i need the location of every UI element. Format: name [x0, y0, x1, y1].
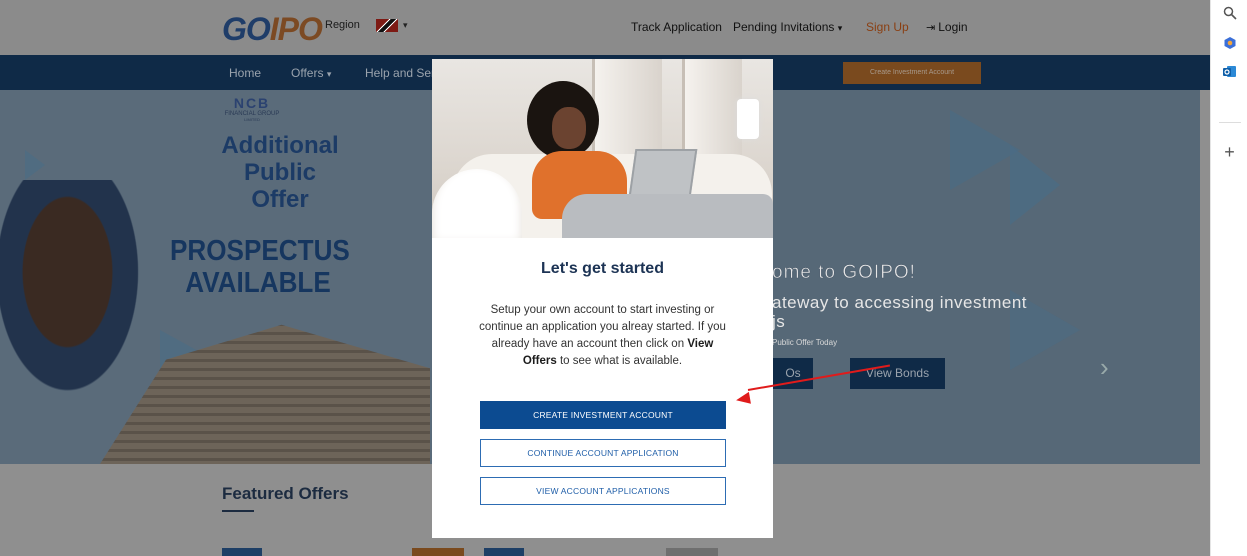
carousel-next-icon[interactable]: › [1100, 352, 1109, 383]
goipo-logo[interactable]: GOIPO [222, 11, 323, 48]
decor-triangle [25, 150, 45, 180]
ncb-logo: NCB FINANCIAL GROUP LIMITED [224, 95, 280, 122]
graduate-photo [0, 180, 150, 410]
login-link[interactable]: ⇥ Login [926, 20, 968, 34]
copilot-icon[interactable] [1211, 36, 1247, 53]
decor-triangle [1010, 145, 1060, 225]
offers-caret-icon: ▾ [326, 69, 332, 79]
offer-card-tag [484, 548, 524, 556]
create-investment-account-nav-button[interactable]: Create Investment Account [843, 62, 981, 84]
hero-small-text: Public Offer Today [772, 338, 838, 347]
trinidad-flag-icon[interactable] [376, 19, 398, 32]
prospectus-available: PROSPECTUS AVAILABLE [170, 235, 350, 299]
region-caret-icon[interactable]: ▾ [403, 20, 408, 31]
region-label: Region [325, 19, 360, 31]
sidebar-divider [1219, 122, 1241, 123]
get-started-modal: Let's get started Setup your own account… [432, 59, 773, 538]
modal-description: Setup your own account to start investin… [479, 304, 726, 367]
woman-with-laptop-photo [432, 59, 773, 238]
offer-card-tag [222, 548, 262, 556]
pending-caret-icon: ▾ [837, 23, 843, 33]
hero-headline: Additional Public Offer [221, 132, 339, 213]
annotation-arrow-head-icon [735, 391, 751, 407]
add-icon[interactable]: + [1211, 142, 1247, 163]
view-bonds-button[interactable]: View Bonds [850, 358, 945, 389]
page: GOIPO Region ▾ Track Application Pending… [0, 0, 1210, 556]
track-application-link[interactable]: Track Application [631, 20, 722, 34]
hero-welcome-title: ome to GOIPO! [772, 262, 916, 284]
modal-title: Let's get started [541, 260, 664, 277]
sign-up-link[interactable]: Sign Up [866, 20, 909, 34]
photo-face [552, 107, 586, 149]
pending-invitations-link[interactable]: Pending Invitations ▾ [733, 20, 842, 34]
continue-account-application-button[interactable]: CONTINUE ACCOUNT APPLICATION [480, 439, 726, 467]
offer-card-status [666, 548, 718, 556]
nav-home[interactable]: Home [229, 66, 261, 80]
laptop-icon [628, 149, 698, 197]
search-icon[interactable] [1211, 6, 1247, 23]
nav-offers[interactable]: Offers ▾ [291, 66, 331, 80]
featured-offers-heading: Featured Offers [222, 484, 349, 503]
nav-help-and-services[interactable]: Help and Ser [365, 66, 435, 80]
photo-blanket [562, 194, 773, 238]
hero-subtitle: ateway to accessing investment js [772, 293, 1028, 331]
top-header: GOIPO Region ▾ Track Application Pending… [0, 0, 1210, 55]
outlook-icon[interactable] [1211, 64, 1247, 82]
create-investment-account-button[interactable]: CREATE INVESTMENT ACCOUNT [480, 401, 726, 429]
offer-card-status [412, 548, 464, 556]
view-account-applications-button[interactable]: VIEW ACCOUNT APPLICATIONS [480, 477, 726, 505]
browser-sidebar: + [1210, 0, 1247, 556]
login-icon: ⇥ [926, 22, 936, 34]
photo-lamp [737, 99, 759, 139]
featured-underline [222, 510, 254, 512]
